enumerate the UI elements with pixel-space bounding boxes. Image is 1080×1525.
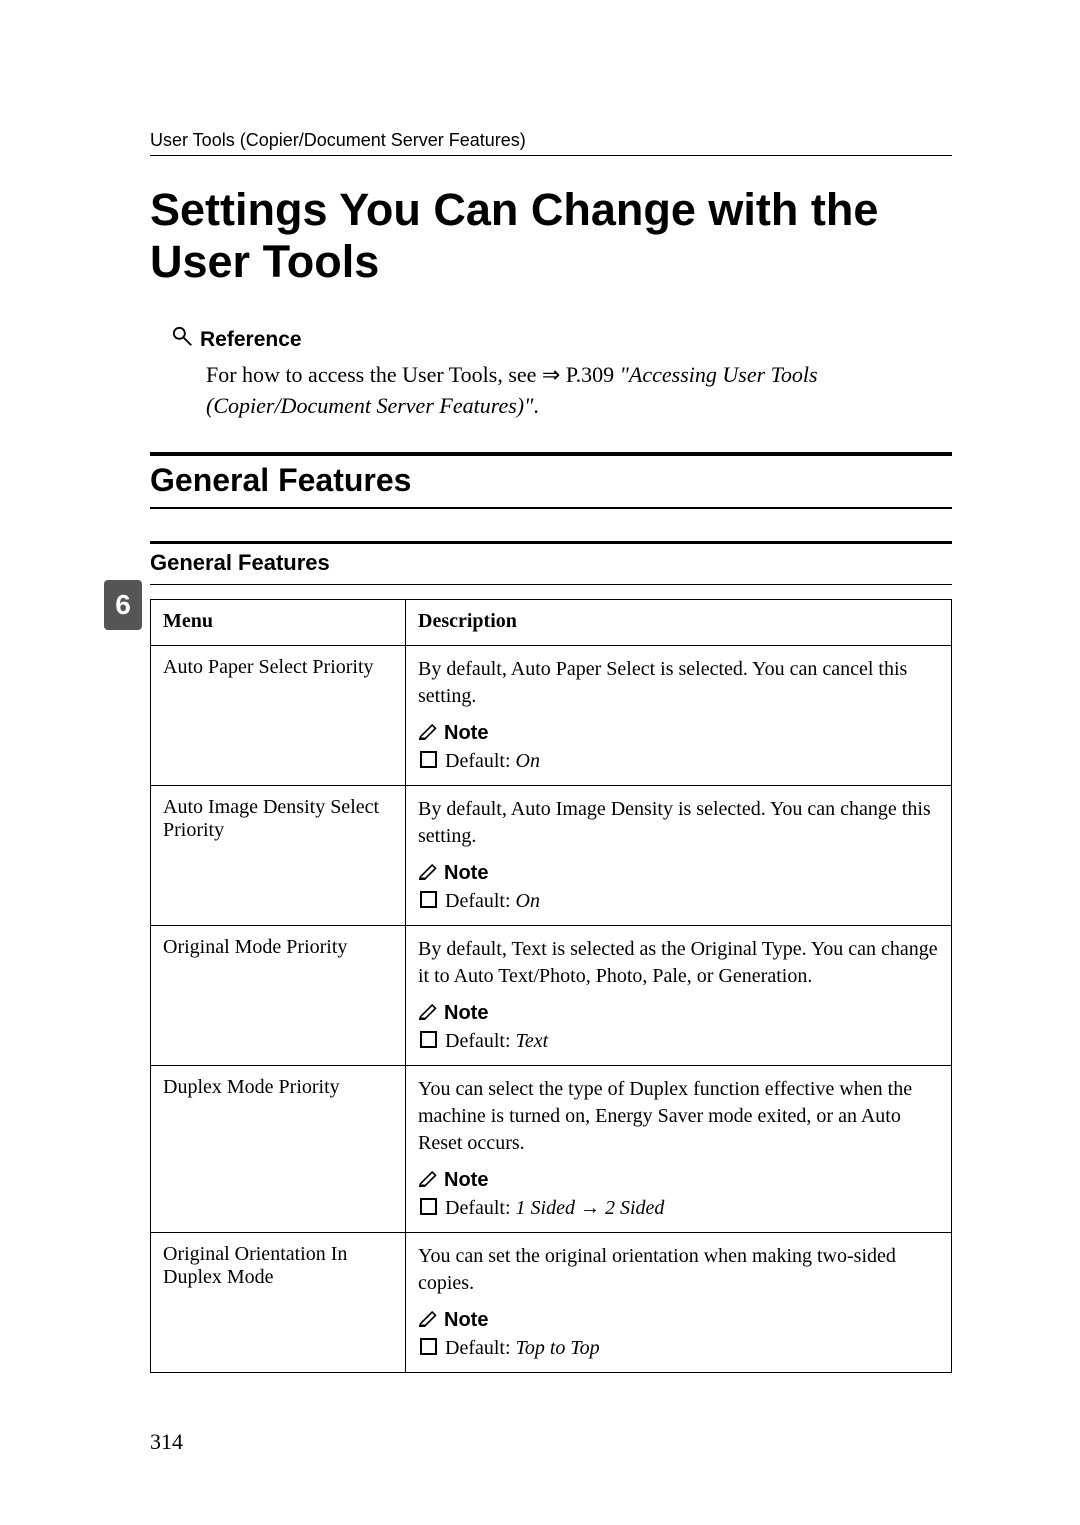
bullet-box-icon xyxy=(420,1338,437,1355)
default-value: Text xyxy=(516,1030,549,1052)
note-row: Note xyxy=(418,860,939,886)
default-label: Default: xyxy=(445,1030,516,1052)
page-number: 314 xyxy=(150,1429,183,1455)
reference-text: For how to access the User Tools, see ⇒ … xyxy=(206,359,952,423)
desc-text: By default, Auto Paper Select is selecte… xyxy=(418,656,939,710)
default-label: Default: xyxy=(445,750,516,772)
default-value: On xyxy=(516,750,540,772)
col-header-menu: Menu xyxy=(151,600,406,646)
reference-text-1: For how to access the User Tools, see ⇒ … xyxy=(206,362,620,387)
subsection-heading-general: General Features xyxy=(150,541,952,585)
reference-label: Reference xyxy=(200,328,302,352)
default-value: Top to Top xyxy=(516,1337,600,1359)
default-row: Default: On xyxy=(418,890,939,913)
note-label: Note xyxy=(444,862,488,885)
note-icon xyxy=(418,1167,438,1193)
table-row: Auto Paper Select Priority By default, A… xyxy=(151,646,952,786)
menu-cell: Auto Paper Select Priority xyxy=(151,646,406,786)
default-label: Default: xyxy=(445,890,516,912)
desc-cell: You can set the original orientation whe… xyxy=(406,1233,952,1373)
page-container: User Tools (Copier/Document Server Featu… xyxy=(0,0,1080,1525)
table-row: Original Mode Priority By default, Text … xyxy=(151,926,952,1066)
desc-text: You can select the type of Duplex functi… xyxy=(418,1076,939,1157)
reference-icon xyxy=(172,326,194,355)
note-label: Note xyxy=(444,1309,488,1332)
table-header-row: Menu Description xyxy=(151,600,952,646)
menu-cell: Original Orientation In Duplex Mode xyxy=(151,1233,406,1373)
desc-cell: By default, Auto Paper Select is selecte… xyxy=(406,646,952,786)
default-row: Default: Top to Top xyxy=(418,1337,939,1360)
main-heading: Settings You Can Change with the User To… xyxy=(150,184,952,288)
note-icon xyxy=(418,860,438,886)
note-row: Note xyxy=(418,1307,939,1333)
default-label: Default: xyxy=(445,1197,516,1219)
desc-cell: By default, Auto Image Density is select… xyxy=(406,786,952,926)
reference-block: Reference For how to access the User Too… xyxy=(172,326,952,423)
note-icon xyxy=(418,720,438,746)
desc-cell: By default, Text is selected as the Orig… xyxy=(406,926,952,1066)
note-label: Note xyxy=(444,1169,488,1192)
note-label: Note xyxy=(444,1002,488,1025)
page-header: User Tools (Copier/Document Server Featu… xyxy=(150,130,952,156)
default-label: Default: xyxy=(445,1337,516,1359)
note-row: Note xyxy=(418,720,939,746)
chapter-tab: 6 xyxy=(104,580,142,630)
note-label: Note xyxy=(444,722,488,745)
note-row: Note xyxy=(418,1167,939,1193)
col-header-description: Description xyxy=(406,600,952,646)
desc-text: By default, Auto Image Density is select… xyxy=(418,796,939,850)
table-row: Original Orientation In Duplex Mode You … xyxy=(151,1233,952,1373)
menu-cell: Duplex Mode Priority xyxy=(151,1066,406,1233)
bullet-box-icon xyxy=(420,1198,437,1215)
desc-cell: You can select the type of Duplex functi… xyxy=(406,1066,952,1233)
default-value: 1 Sided → 2 Sided xyxy=(516,1197,665,1219)
note-icon xyxy=(418,1307,438,1333)
bullet-box-icon xyxy=(420,891,437,908)
desc-text: You can set the original orientation whe… xyxy=(418,1243,939,1297)
default-row: Default: 1 Sided → 2 Sided xyxy=(418,1197,939,1220)
note-icon xyxy=(418,1000,438,1026)
menu-cell: Original Mode Priority xyxy=(151,926,406,1066)
bullet-box-icon xyxy=(420,1031,437,1048)
table-row: Duplex Mode Priority You can select the … xyxy=(151,1066,952,1233)
menu-cell: Auto Image Density Select Priority xyxy=(151,786,406,926)
desc-text: By default, Text is selected as the Orig… xyxy=(418,936,939,990)
default-value: On xyxy=(516,890,540,912)
settings-table: Menu Description Auto Paper Select Prior… xyxy=(150,599,952,1373)
default-row: Default: Text xyxy=(418,1030,939,1053)
bullet-box-icon xyxy=(420,751,437,768)
reference-heading-row: Reference xyxy=(172,326,952,355)
table-row: Auto Image Density Select Priority By de… xyxy=(151,786,952,926)
note-row: Note xyxy=(418,1000,939,1026)
reference-text-3: . xyxy=(533,393,539,418)
section-heading-general: General Features xyxy=(150,452,952,509)
default-row: Default: On xyxy=(418,750,939,773)
